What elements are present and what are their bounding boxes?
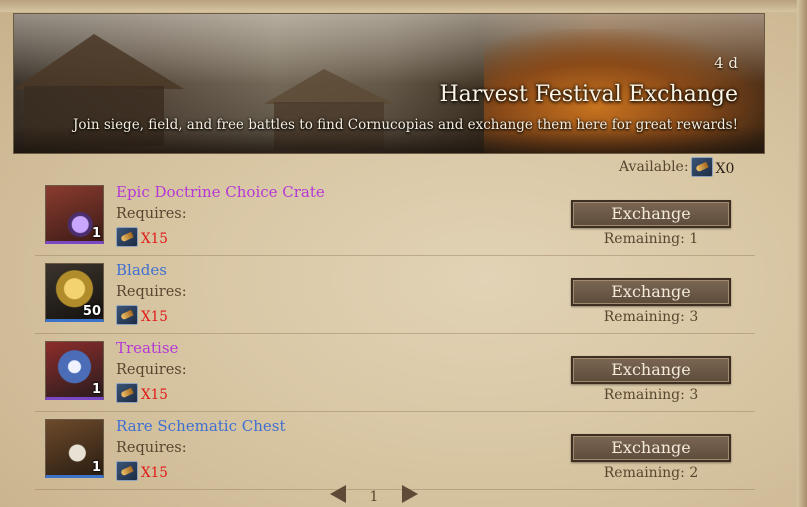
event-banner: 4 d Harvest Festival Exchange Join siege… bbox=[13, 13, 765, 154]
prev-page-icon[interactable] bbox=[330, 485, 346, 503]
item-name: Epic Doctrine Choice Crate bbox=[116, 183, 325, 201]
cornucopia-icon bbox=[116, 227, 138, 247]
item-name: Blades bbox=[116, 261, 167, 279]
cost-amount: X15 bbox=[141, 231, 168, 247]
available-currency: Available: X0 bbox=[619, 156, 734, 178]
exchange-row: 1 Epic Doctrine Choice Crate Requires: X… bbox=[35, 178, 755, 256]
exchange-list: 1 Epic Doctrine Choice Crate Requires: X… bbox=[35, 178, 755, 490]
requires-label: Requires: bbox=[116, 206, 187, 222]
item-cost: X15 bbox=[116, 305, 168, 325]
item-cost: X15 bbox=[116, 227, 168, 247]
exchange-button[interactable]: Exchange bbox=[571, 356, 731, 384]
exchange-row: 50 Blades Requires: X15 Exchange Remaini… bbox=[35, 256, 755, 334]
event-subtitle: Join siege, field, and free battles to f… bbox=[72, 117, 738, 133]
item-name: Treatise bbox=[116, 339, 179, 357]
available-count: X0 bbox=[715, 161, 735, 177]
cornucopia-icon bbox=[116, 461, 138, 481]
cornucopia-icon bbox=[116, 305, 138, 325]
available-label: Available: bbox=[619, 159, 689, 175]
requires-label: Requires: bbox=[116, 440, 187, 456]
days-left: 4 d bbox=[714, 54, 738, 72]
banner-roof bbox=[14, 34, 184, 89]
exchange-button[interactable]: Exchange bbox=[571, 434, 731, 462]
page-number: 1 bbox=[369, 489, 379, 505]
crate-icon[interactable]: 1 bbox=[45, 185, 104, 244]
item-quantity: 50 bbox=[82, 304, 101, 319]
next-page-icon[interactable] bbox=[402, 485, 418, 503]
pagination: 1 bbox=[330, 482, 418, 506]
item-quantity: 1 bbox=[91, 226, 101, 241]
remaining-count: Remaining: 2 bbox=[603, 465, 699, 481]
cornucopia-icon bbox=[116, 383, 138, 403]
requires-label: Requires: bbox=[116, 284, 187, 300]
item-quantity: 1 bbox=[91, 460, 101, 475]
exchange-row: 1 Treatise Requires: X15 Exchange Remain… bbox=[35, 334, 755, 412]
cost-amount: X15 bbox=[141, 387, 168, 403]
cornucopia-icon bbox=[690, 157, 713, 177]
chest-icon[interactable]: 1 bbox=[45, 419, 104, 478]
exchange-row: 1 Rare Schematic Chest Requires: X15 Exc… bbox=[35, 412, 755, 490]
exchange-button[interactable]: Exchange bbox=[571, 200, 731, 228]
item-cost: X15 bbox=[116, 383, 168, 403]
exchange-button[interactable]: Exchange bbox=[571, 278, 731, 306]
requires-label: Requires: bbox=[116, 362, 187, 378]
banner-roof bbox=[264, 69, 394, 104]
item-quantity: 1 bbox=[91, 382, 101, 397]
remaining-count: Remaining: 1 bbox=[603, 231, 699, 247]
item-cost: X15 bbox=[116, 461, 168, 481]
frame-top bbox=[0, 0, 807, 12]
remaining-count: Remaining: 3 bbox=[603, 387, 699, 403]
item-name: Rare Schematic Chest bbox=[116, 417, 286, 435]
cost-amount: X15 bbox=[141, 309, 168, 325]
blades-icon[interactable]: 50 bbox=[45, 263, 104, 322]
cost-amount: X15 bbox=[141, 465, 168, 481]
frame-right bbox=[797, 0, 807, 507]
remaining-count: Remaining: 3 bbox=[603, 309, 699, 325]
treatise-icon[interactable]: 1 bbox=[45, 341, 104, 400]
event-title: Harvest Festival Exchange bbox=[439, 82, 738, 107]
